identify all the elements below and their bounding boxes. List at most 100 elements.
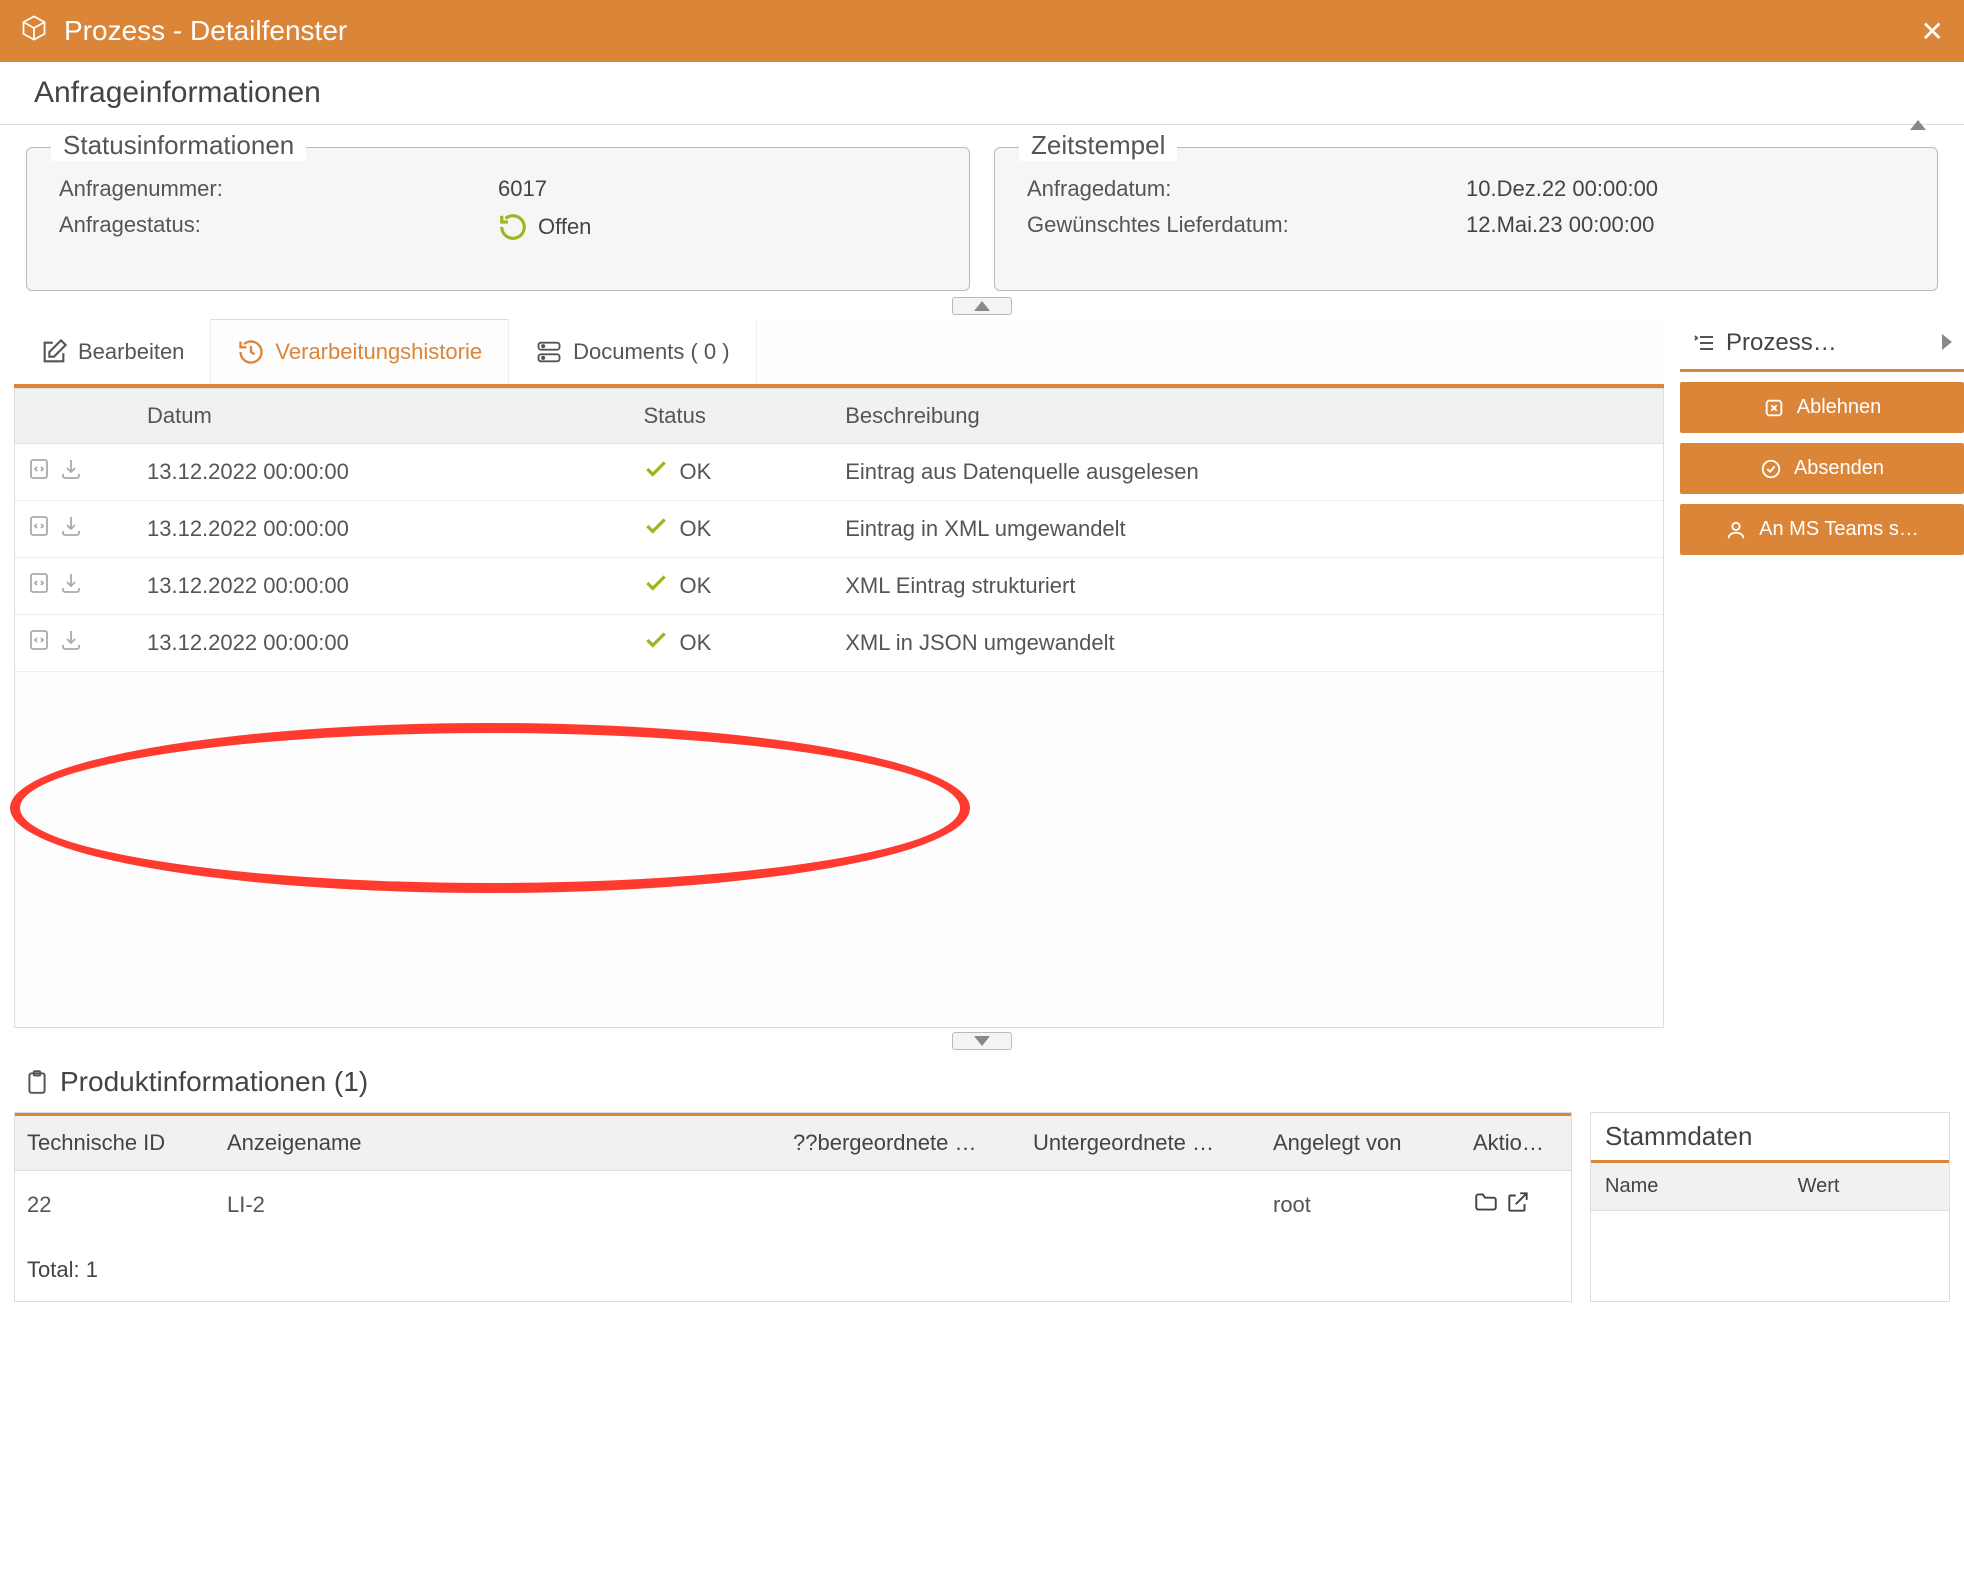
list-icon (1692, 331, 1716, 355)
section-title: Anfrageinformationen (34, 76, 321, 110)
product-section-title: Produktinformationen (1) (60, 1066, 368, 1098)
request-status-label: Anfragestatus: (59, 212, 498, 242)
tab-edit-label: Bearbeiten (78, 339, 184, 365)
cell-status: OK (631, 501, 833, 558)
check-icon (643, 627, 669, 659)
reject-button[interactable]: Ablehnen (1680, 382, 1964, 433)
col-desc[interactable]: Beschreibung (833, 389, 1663, 444)
table-row[interactable]: 13.12.2022 00:00:00 OKEintrag aus Datenq… (15, 444, 1663, 501)
cell-desc: XML Eintrag strukturiert (833, 558, 1663, 615)
cell-name: LI-2 (215, 1171, 781, 1240)
check-circle-icon (1760, 458, 1782, 480)
tab-bar: Bearbeiten Verarbeitungshistorie Documen… (14, 319, 1664, 388)
download-icon[interactable] (59, 514, 83, 544)
cell-created: root (1261, 1171, 1461, 1240)
cell-status: OK (631, 615, 833, 672)
col-tech-id[interactable]: Technische ID (15, 1115, 215, 1171)
master-data-panel: Stammdaten Name Wert (1590, 1112, 1950, 1302)
col-display-name[interactable]: Anzeigename (215, 1115, 781, 1171)
due-date-value: 12.Mai.23 00:00:00 (1466, 212, 1905, 238)
code-file-icon[interactable] (27, 628, 51, 658)
request-date-value: 10.Dez.22 00:00:00 (1466, 176, 1905, 202)
storage-icon (535, 338, 563, 366)
tab-documents-label: Documents ( 0 ) (573, 339, 730, 365)
table-row[interactable]: 13.12.2022 00:00:00 OKXML Eintrag strukt… (15, 558, 1663, 615)
teams-label: An MS Teams s… (1759, 518, 1919, 541)
check-icon (643, 513, 669, 545)
reject-icon (1763, 397, 1785, 419)
open-folder-icon[interactable] (1473, 1195, 1499, 1220)
chevron-right-icon[interactable] (1942, 329, 1952, 357)
history-icon (237, 338, 265, 366)
col-md-value[interactable]: Wert (1784, 1163, 1949, 1211)
close-button[interactable]: ✕ (1921, 15, 1944, 48)
cell-desc: XML in JSON umgewandelt (833, 615, 1663, 672)
collapse-handle-bottom[interactable] (14, 1032, 1950, 1050)
external-link-icon[interactable] (1505, 1195, 1531, 1220)
code-file-icon[interactable] (27, 457, 51, 487)
cell-date: 13.12.2022 00:00:00 (135, 558, 631, 615)
cell-parent (781, 1171, 1021, 1240)
cell-date: 13.12.2022 00:00:00 (135, 615, 631, 672)
product-section-header: Produktinformationen (1) (14, 1060, 1950, 1112)
process-panel-header[interactable]: Prozess… (1680, 319, 1964, 372)
tab-history[interactable]: Verarbeitungshistorie (211, 319, 509, 384)
cell-desc: Eintrag in XML umgewandelt (833, 501, 1663, 558)
code-file-icon[interactable] (27, 514, 51, 544)
code-file-icon[interactable] (27, 571, 51, 601)
tab-history-label: Verarbeitungshistorie (275, 339, 482, 365)
check-icon (643, 456, 669, 488)
reject-label: Ablehnen (1797, 396, 1882, 419)
process-panel-title: Prozess… (1726, 329, 1837, 357)
timestamp-panel: Zeitstempel Anfragedatum: 10.Dez.22 00:0… (994, 147, 1938, 291)
history-status-icon (498, 212, 528, 242)
col-created-by[interactable]: Angelegt von (1261, 1115, 1461, 1171)
tab-documents[interactable]: Documents ( 0 ) (509, 319, 757, 384)
table-row[interactable]: 13.12.2022 00:00:00 OKXML in JSON umgewa… (15, 615, 1663, 672)
send-button[interactable]: Absenden (1680, 443, 1964, 494)
cube-icon (20, 14, 48, 49)
request-status-value: Offen (498, 212, 937, 242)
cell-child (1021, 1171, 1261, 1240)
download-icon[interactable] (59, 628, 83, 658)
collapse-handle-top[interactable] (0, 297, 1964, 315)
col-md-name[interactable]: Name (1591, 1163, 1784, 1211)
product-table-container: Technische ID Anzeigename ??bergeordnete… (14, 1112, 1572, 1302)
product-table: Technische ID Anzeigename ??bergeordnete… (15, 1113, 1571, 1239)
request-date-label: Anfragedatum: (1027, 176, 1466, 202)
col-date[interactable]: Datum (135, 389, 631, 444)
history-table: Datum Status Beschreibung 13.12.2022 00:… (15, 389, 1663, 672)
teams-button[interactable]: An MS Teams s… (1680, 504, 1964, 555)
timestamp-legend: Zeitstempel (1019, 130, 1177, 161)
window-title: Prozess - Detailfenster (64, 15, 347, 47)
col-status[interactable]: Status (631, 389, 833, 444)
download-icon[interactable] (59, 571, 83, 601)
col-child[interactable]: Untergeordnete … (1021, 1115, 1261, 1171)
status-text: Offen (538, 214, 591, 240)
title-bar: Prozess - Detailfenster ✕ (0, 0, 1964, 62)
tab-edit[interactable]: Bearbeiten (14, 319, 211, 384)
table-row[interactable]: 13.12.2022 00:00:00 OKEintrag in XML umg… (15, 501, 1663, 558)
due-date-label: Gewünschtes Lieferdatum: (1027, 212, 1466, 238)
clipboard-icon (24, 1069, 50, 1095)
cell-status: OK (631, 558, 833, 615)
status-info-panel: Statusinformationen Anfragenummer: 6017 … (26, 147, 970, 291)
cell-date: 13.12.2022 00:00:00 (135, 444, 631, 501)
cell-tech-id: 22 (15, 1171, 215, 1240)
table-row[interactable]: 22LI-2 root (15, 1171, 1571, 1240)
master-data-title: Stammdaten (1591, 1113, 1949, 1163)
cell-desc: Eintrag aus Datenquelle ausgelesen (833, 444, 1663, 501)
col-parent[interactable]: ??bergeordnete … (781, 1115, 1021, 1171)
history-table-container: Datum Status Beschreibung 13.12.2022 00:… (14, 388, 1664, 1028)
request-number-value: 6017 (498, 176, 937, 202)
product-total: Total: 1 (15, 1239, 1571, 1301)
status-legend: Statusinformationen (51, 130, 306, 161)
request-number-label: Anfragenummer: (59, 176, 498, 202)
check-icon (643, 570, 669, 602)
download-icon[interactable] (59, 457, 83, 487)
cell-date: 13.12.2022 00:00:00 (135, 501, 631, 558)
user-icon (1725, 519, 1747, 541)
col-actions[interactable]: Aktio… (1461, 1115, 1571, 1171)
section-header[interactable]: Anfrageinformationen (0, 62, 1964, 125)
chevron-up-icon[interactable] (1910, 87, 1930, 99)
